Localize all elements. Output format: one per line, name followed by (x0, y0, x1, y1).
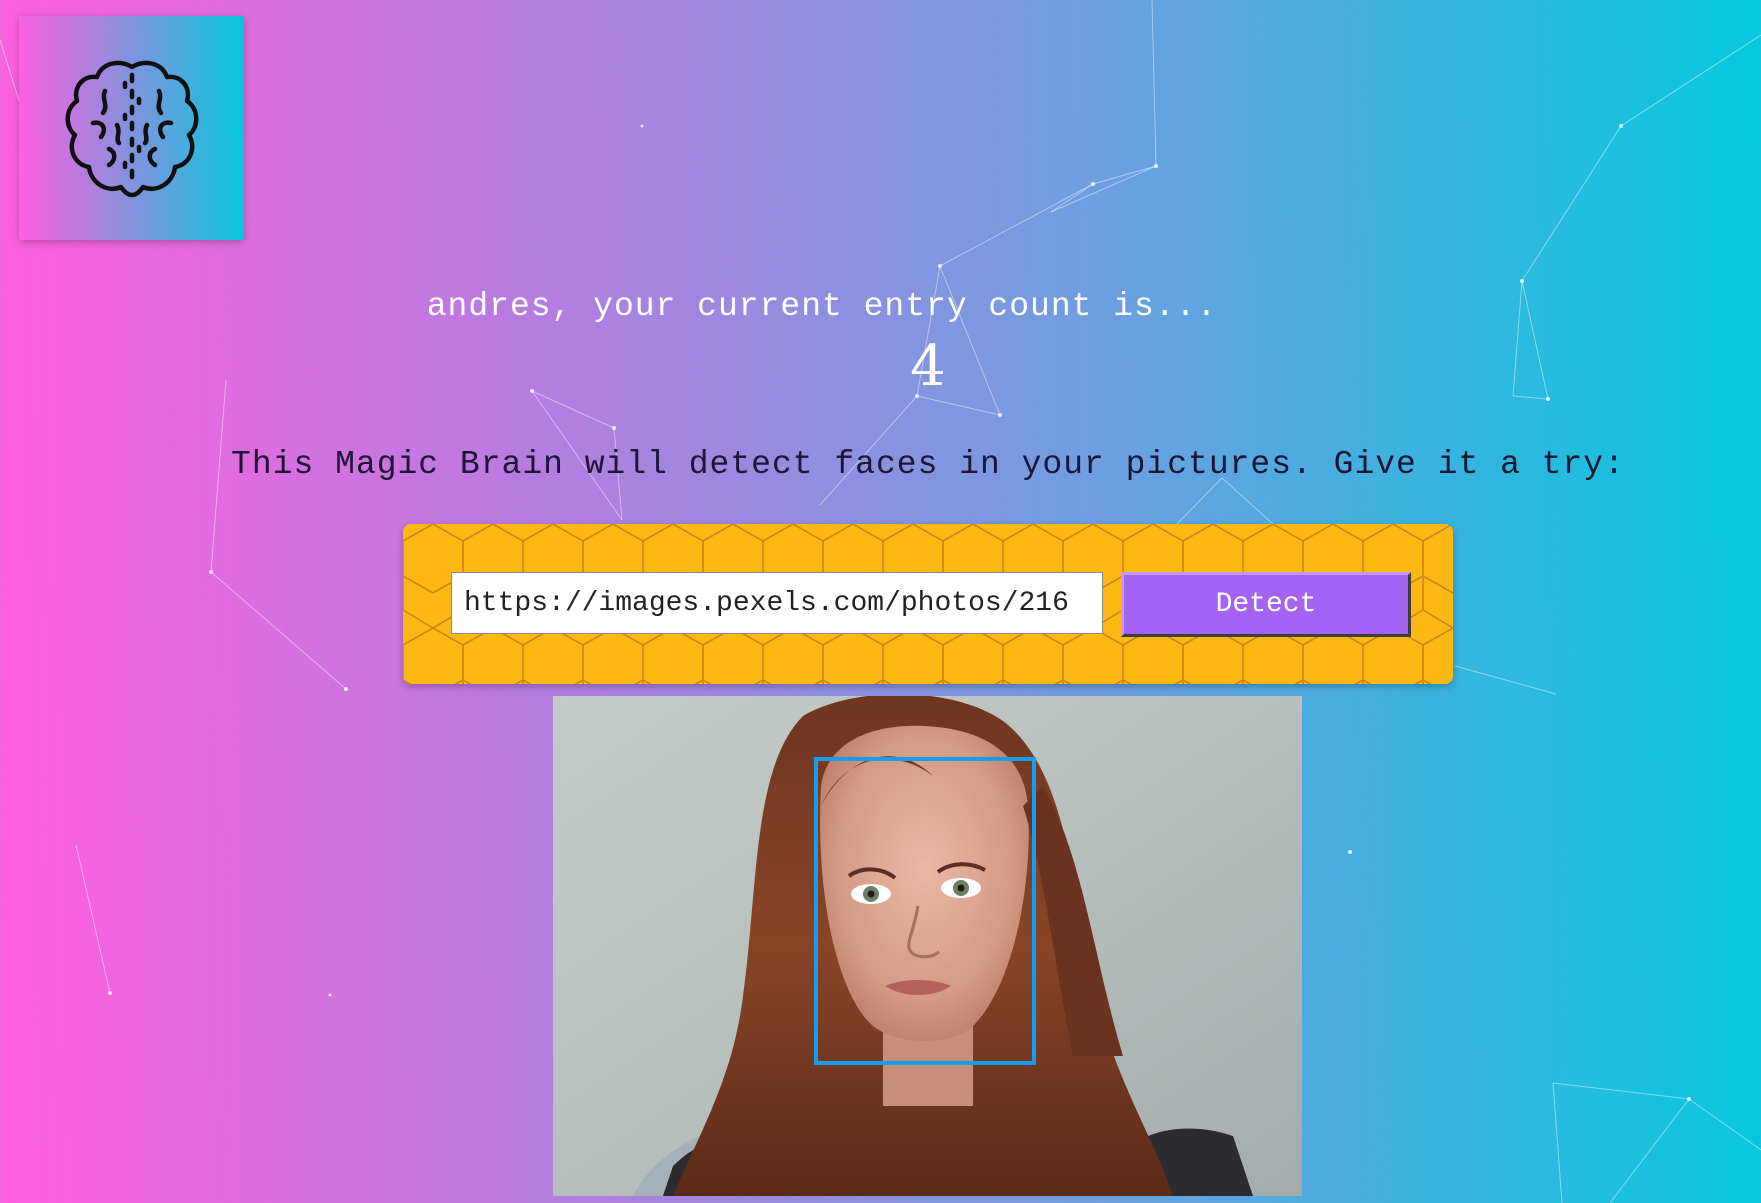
face-bounding-box (814, 757, 1036, 1065)
intro-text: This Magic Brain will detect faces in yo… (231, 446, 1625, 483)
image-link-form: Detect (403, 524, 1453, 684)
brain-icon (65, 60, 198, 198)
entry-count-message: andres, your current entry count is... (426, 288, 1218, 325)
logo-card[interactable] (19, 16, 244, 240)
entry-count-value: 4 (910, 334, 946, 399)
image-url-input[interactable] (451, 572, 1103, 634)
detect-button[interactable]: Detect (1121, 572, 1411, 637)
face-detection-result (553, 696, 1302, 1196)
